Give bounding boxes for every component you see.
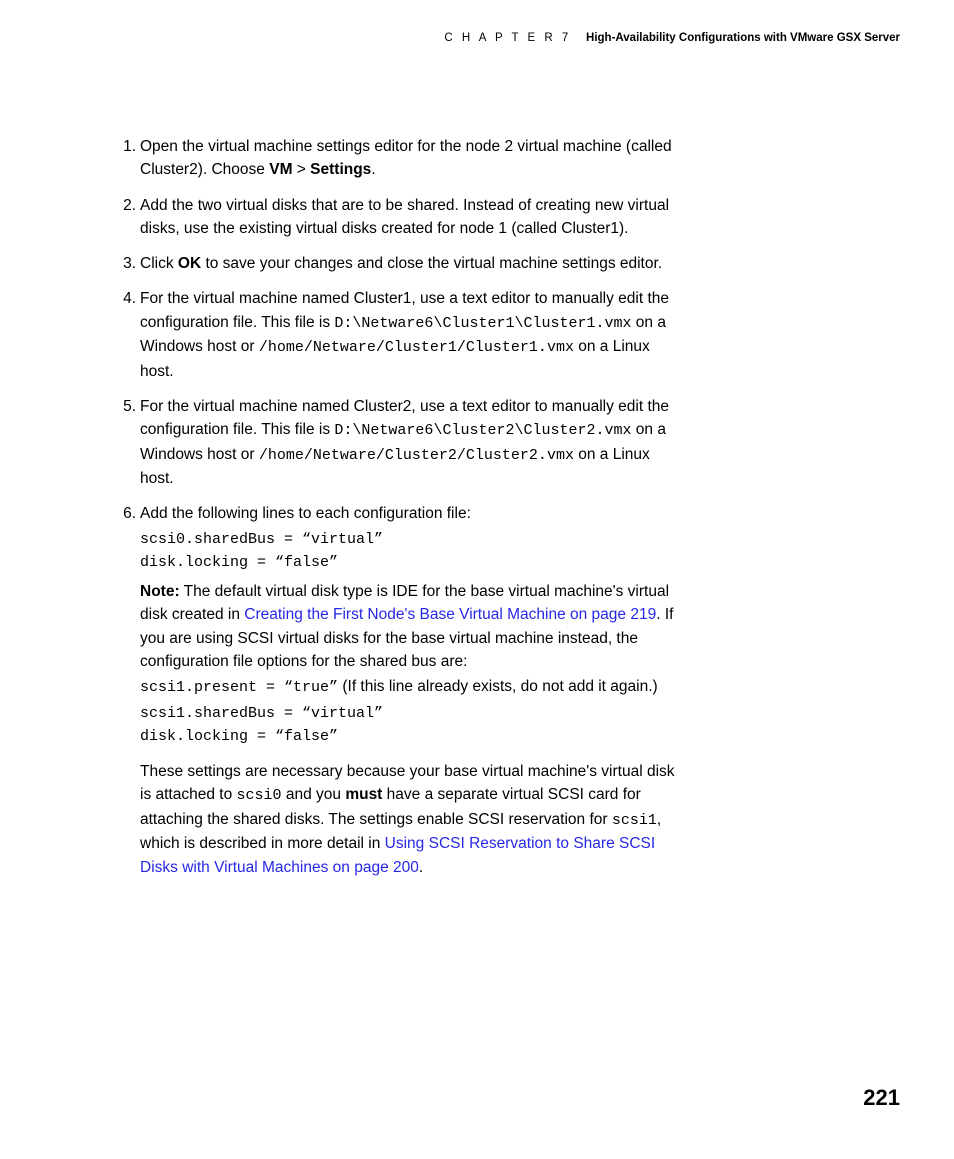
page: C H A P T E R 7 High-Availability Config… (0, 0, 954, 1159)
menu-settings: Settings (310, 161, 371, 178)
note-label: Note: (140, 583, 180, 600)
text: Add the following lines to each configur… (140, 502, 682, 525)
step-4: For the virtual machine named Cluster1, … (118, 287, 682, 383)
text: Click (140, 255, 178, 272)
text: . (371, 161, 375, 178)
path-windows: D:\Netware6\Cluster2\Cluster2.vmx (334, 422, 631, 439)
text: to save your changes and close the virtu… (201, 255, 662, 272)
text: Open the virtual machine settings editor… (140, 138, 672, 178)
emphasis-must: must (345, 786, 382, 803)
closing-paragraph: These settings are necessary because you… (118, 760, 682, 879)
path-windows: D:\Netware6\Cluster1\Cluster1.vmx (334, 315, 631, 332)
step-3: Click OK to save your changes and close … (118, 252, 682, 275)
link-first-node[interactable]: Creating the First Node's Base Virtual M… (244, 606, 656, 623)
chapter-title: High-Availability Configurations with VM… (586, 32, 900, 44)
code-inline: scsi0 (237, 787, 282, 804)
aside-text: (If this line already exists, do not add… (338, 678, 658, 695)
code-inline: scsi1 (612, 812, 657, 829)
text: and you (282, 786, 346, 803)
code-block: scsi0.sharedBus = “virtual” disk.locking… (140, 528, 682, 575)
text: Add the two virtual disks that are to be… (140, 197, 669, 237)
step-6: Add the following lines to each configur… (118, 502, 682, 748)
step-5: For the virtual machine named Cluster2, … (118, 395, 682, 491)
step-2: Add the two virtual disks that are to be… (118, 194, 682, 241)
page-number: 221 (863, 1085, 900, 1111)
text: > (292, 161, 310, 178)
path-linux: /home/Netware/Cluster2/Cluster2.vmx (259, 447, 574, 464)
ok-label: OK (178, 255, 201, 272)
code-block: scsi1.sharedBus = “virtual” disk.locking… (140, 702, 682, 749)
body-content: Open the virtual machine settings editor… (118, 135, 682, 879)
code-line: scsi1.present = “true” (140, 679, 338, 696)
menu-vm: VM (269, 161, 292, 178)
step-1: Open the virtual machine settings editor… (118, 135, 682, 182)
chapter-label: C H A P T E R 7 (444, 32, 571, 44)
ordered-steps: Open the virtual machine settings editor… (118, 135, 682, 748)
text: . (419, 859, 423, 876)
note-paragraph: Note: The default virtual disk type is I… (140, 580, 682, 673)
path-linux: /home/Netware/Cluster1/Cluster1.vmx (259, 339, 574, 356)
code-line-with-aside: scsi1.present = “true” (If this line alr… (140, 675, 682, 700)
running-header: C H A P T E R 7 High-Availability Config… (444, 32, 900, 44)
